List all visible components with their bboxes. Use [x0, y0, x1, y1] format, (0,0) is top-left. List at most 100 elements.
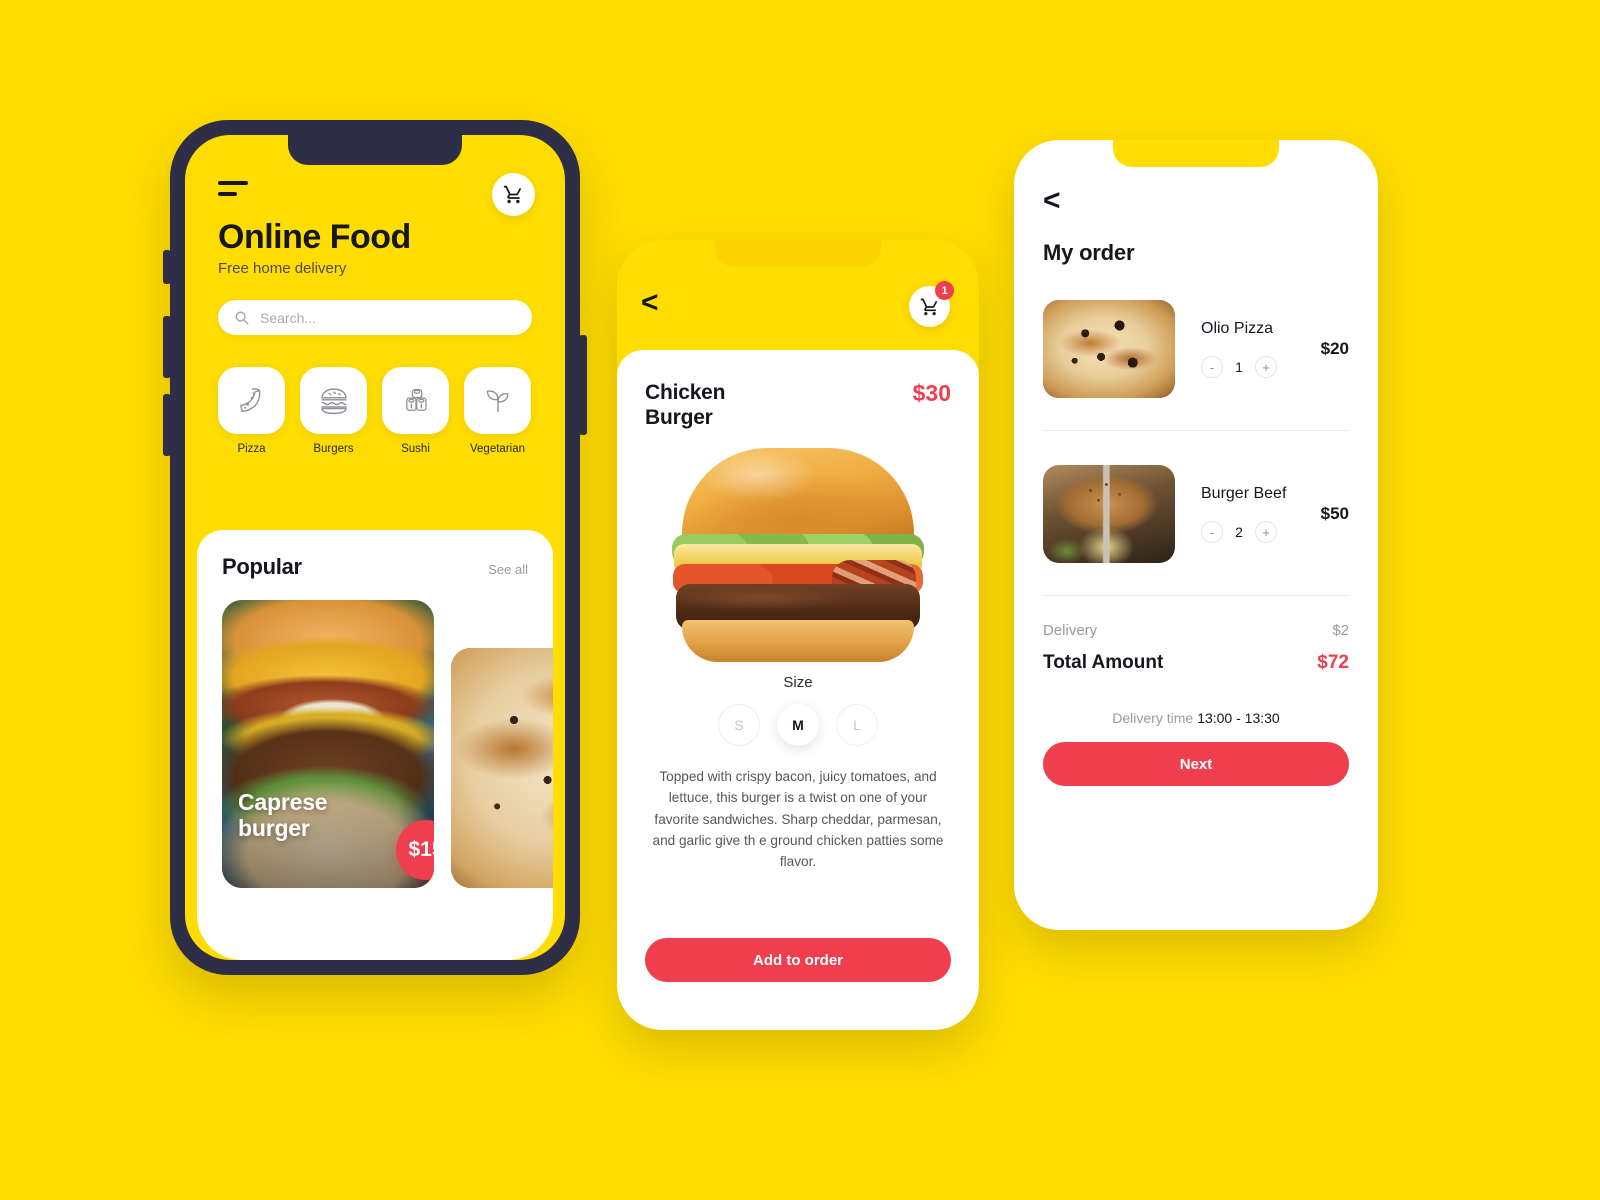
leaf-sprout-icon	[486, 389, 508, 412]
see-all-link[interactable]: See all	[488, 562, 528, 577]
quantity-value: 1	[1235, 359, 1243, 375]
order-item-name: Burger Beef	[1201, 485, 1287, 502]
total-amount-label: Total Amount	[1043, 652, 1164, 673]
category-item-sushi[interactable]: Sushi	[382, 367, 449, 455]
phone-product-detail: < 1 Chicken Burger $30 Size S M L Topped…	[617, 240, 979, 1030]
sushi-roll-icon	[405, 388, 427, 411]
popular-card-caprese-burger[interactable]: Caprese burger $15	[222, 600, 434, 888]
mockup-canvas: Online Food Free home delivery Search...…	[0, 0, 1600, 1200]
burger-icon	[320, 387, 347, 414]
size-option-s[interactable]: S	[718, 704, 760, 747]
category-list: Pizza Burgers Sushi Vegetarian	[218, 367, 532, 455]
order-row-burger-beef[interactable]: Burger Beef - 2 + $50	[1043, 431, 1349, 595]
hamburger-menu-icon[interactable]	[218, 181, 248, 196]
phone-notch	[1113, 140, 1279, 167]
back-button[interactable]: <	[641, 288, 659, 318]
burger-beef-photo	[1043, 465, 1175, 563]
popular-card-title-line1: Caprese	[238, 788, 328, 815]
category-item-vegetarian[interactable]: Vegetarian	[464, 367, 531, 455]
order-item-details: Olio Pizza - 1 +	[1175, 320, 1313, 378]
size-option-m[interactable]: M	[777, 704, 819, 747]
next-button-wrapper: Next	[1043, 742, 1349, 786]
product-title-row: Chicken Burger $30	[645, 380, 951, 430]
size-option-l[interactable]: L	[836, 704, 878, 747]
phone-home-frame: Online Food Free home delivery Search...…	[163, 120, 587, 975]
order-item-price: $20	[1320, 339, 1349, 358]
category-tile	[218, 367, 285, 434]
phone-notch	[288, 135, 462, 165]
category-item-burgers[interactable]: Burgers	[300, 367, 367, 455]
category-item-pizza[interactable]: Pizza	[218, 367, 285, 455]
add-to-order-button[interactable]: Add to order	[645, 938, 951, 982]
product-name: Chicken Burger	[645, 380, 725, 430]
back-button[interactable]: <	[1043, 186, 1061, 216]
product-name-line1: Chicken	[645, 381, 726, 404]
delivery-time-value: 13:00 - 13:30	[1197, 710, 1280, 726]
delivery-fee-value: $2	[1332, 622, 1349, 639]
next-button[interactable]: Next	[1043, 742, 1349, 786]
page-title: My order	[1043, 240, 1135, 265]
popular-card-title: Caprese burger	[238, 788, 328, 842]
order-totals: Delivery $2 Total Amount $72	[1043, 596, 1349, 674]
popular-header: Popular See all	[222, 554, 528, 580]
phone-volume-down-button	[163, 394, 171, 456]
quantity-stepper: - 1 +	[1201, 356, 1313, 378]
order-item-price: $50	[1320, 504, 1349, 523]
chicken-burger-photo	[662, 448, 934, 663]
popular-card-row: Caprese burger $15	[222, 600, 553, 888]
order-item-name: Olio Pizza	[1201, 320, 1274, 337]
product-price: $30	[912, 380, 951, 406]
decrease-quantity-button[interactable]: -	[1201, 356, 1223, 378]
cart-button[interactable]: 1	[909, 281, 954, 327]
delivery-fee-label: Delivery	[1043, 622, 1098, 639]
phone-my-order: < My order Olio Pizza - 1 + $20 Burger B…	[1014, 140, 1378, 930]
phone-mute-switch	[163, 250, 171, 284]
cart-button[interactable]	[492, 173, 535, 216]
size-section-label: Size	[783, 674, 813, 692]
popular-card-title-line2: burger	[238, 815, 310, 842]
search-icon	[235, 311, 249, 325]
add-to-order-wrapper: Add to order	[645, 938, 951, 982]
olio-pizza-photo	[1043, 300, 1175, 398]
product-name-line2: Burger	[645, 406, 713, 430]
category-label: Pizza	[237, 443, 266, 455]
hamburger-line	[218, 192, 237, 196]
hamburger-line	[218, 181, 248, 185]
phone-power-button	[579, 335, 587, 435]
burger-bottom-bun	[682, 620, 914, 663]
size-selector: S M L	[645, 704, 951, 747]
order-screen: < My order Olio Pizza - 1 + $20 Burger B…	[1014, 140, 1378, 786]
category-label: Burgers	[313, 443, 354, 455]
page-subtitle: Free home delivery	[218, 260, 347, 277]
popular-section: Popular See all Caprese burger $15	[197, 530, 553, 960]
popular-card-pizza[interactable]	[451, 648, 553, 888]
order-item-thumbnail	[1043, 465, 1175, 563]
total-amount-value: $72	[1317, 652, 1349, 673]
delivery-fee-row: Delivery $2	[1043, 622, 1349, 639]
cart-count-badge: 1	[935, 281, 954, 300]
shopping-cart-icon	[920, 298, 937, 315]
order-item-thumbnail	[1043, 300, 1175, 398]
product-sheet: Chicken Burger $30 Size S M L Topped wit…	[617, 350, 979, 1030]
increase-quantity-button[interactable]: +	[1255, 521, 1277, 543]
product-description: Topped with crispy bacon, juicy tomatoes…	[652, 769, 944, 869]
shopping-cart-icon	[503, 185, 522, 204]
increase-quantity-button[interactable]: +	[1255, 356, 1277, 378]
delivery-time-label: Delivery time	[1112, 710, 1194, 726]
category-tile	[382, 367, 449, 434]
decrease-quantity-button[interactable]: -	[1201, 521, 1223, 543]
category-label: Sushi	[401, 443, 430, 455]
quantity-value: 2	[1235, 524, 1243, 540]
page-title: Online Food	[218, 218, 411, 256]
total-amount-row: Total Amount $72	[1043, 652, 1349, 674]
search-input[interactable]	[260, 309, 516, 326]
category-tile	[464, 367, 531, 434]
phone-notch	[715, 240, 881, 267]
burger-top-bun	[682, 448, 914, 545]
quantity-stepper: - 2 +	[1201, 521, 1313, 543]
search-bar[interactable]	[218, 300, 532, 335]
order-row-olio-pizza[interactable]: Olio Pizza - 1 + $20	[1043, 266, 1349, 430]
delivery-time-row: Delivery time 13:00 - 13:30	[1043, 710, 1349, 726]
pizza-photo	[451, 648, 553, 888]
section-title: Popular	[222, 554, 302, 579]
